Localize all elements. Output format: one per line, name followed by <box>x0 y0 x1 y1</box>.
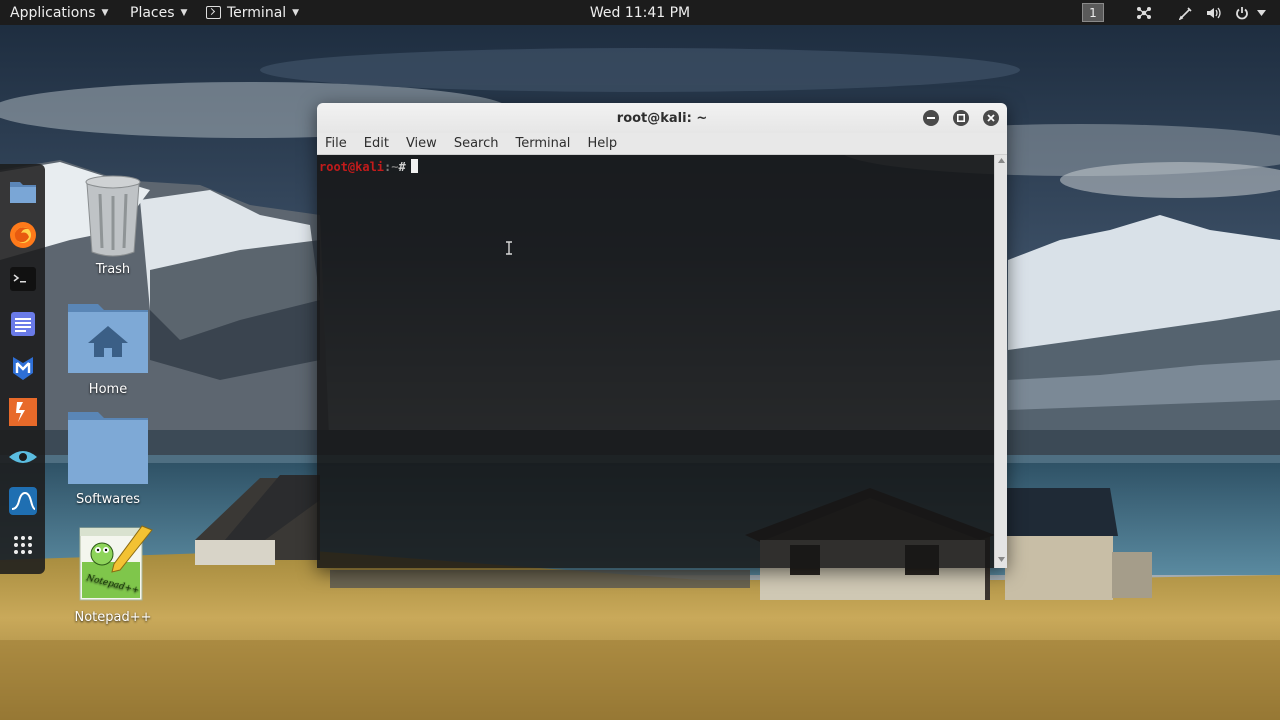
volume-icon[interactable] <box>1206 5 1222 21</box>
power-icon[interactable] <box>1234 5 1250 21</box>
terminal-app-menu[interactable]: Terminal ▼ <box>206 0 299 25</box>
desktop-icon-notepadpp[interactable]: Notepad++ Notepad++ <box>63 522 163 625</box>
menu-file[interactable]: File <box>317 136 356 151</box>
pen-tool-icon[interactable] <box>1178 5 1194 21</box>
prompt-path: :~ <box>384 160 399 174</box>
menu-view[interactable]: View <box>398 136 446 151</box>
terminal-icon <box>206 6 221 19</box>
caret-down-icon[interactable] <box>1256 5 1266 21</box>
clock[interactable]: Wed 11:41 PM <box>590 5 690 21</box>
caret-down-icon: ▼ <box>292 7 300 18</box>
desktop-icon-softwares[interactable]: Softwares <box>58 410 158 507</box>
terminal-app-label: Terminal <box>227 4 287 21</box>
minimize-button[interactable] <box>923 110 939 126</box>
desktop-icon-trash[interactable]: Trash <box>63 174 163 277</box>
places-menu[interactable]: Places ▼ <box>130 0 187 25</box>
metasploit-icon[interactable] <box>7 352 39 384</box>
softwares-label: Softwares <box>75 492 141 507</box>
window-title: root@kali: ~ <box>616 110 708 126</box>
minimize-icon <box>927 117 935 119</box>
applications-label: Applications <box>10 4 96 21</box>
dock <box>0 164 45 574</box>
ibeam-cursor-icon <box>506 241 512 255</box>
firefox-icon[interactable] <box>7 219 39 251</box>
burpsuite-icon[interactable] <box>7 397 39 429</box>
menu-edit[interactable]: Edit <box>356 136 398 151</box>
terminal-output[interactable]: root@kali:~# <box>317 155 994 568</box>
window-menubar: File Edit View Search Terminal Help <box>317 133 1007 155</box>
wireshark-icon[interactable] <box>7 485 39 517</box>
caret-down-icon: ▼ <box>180 7 188 18</box>
home-folder-icon <box>68 304 148 373</box>
maximize-button[interactable] <box>953 110 969 126</box>
files-icon[interactable] <box>7 175 39 207</box>
terminal-icon[interactable] <box>7 264 39 296</box>
workspace-indicator[interactable]: 1 <box>1082 3 1104 22</box>
caret-down-icon: ▼ <box>101 7 109 18</box>
close-button[interactable] <box>983 110 999 126</box>
top-panel: Applications ▼ Places ▼ Terminal ▼ Wed 1… <box>0 0 1280 25</box>
eye-icon[interactable] <box>7 441 39 473</box>
folder-icon <box>68 412 148 484</box>
text-cursor <box>410 159 418 173</box>
terminal-window: root@kali: ~ File Edit View Search Termi… <box>317 103 1007 568</box>
places-label: Places <box>130 4 175 21</box>
window-titlebar[interactable]: root@kali: ~ <box>317 103 1007 133</box>
desktop-icon-home[interactable]: Home <box>58 300 158 397</box>
system-tray: 1 <box>1082 0 1266 25</box>
maximize-icon <box>957 114 965 122</box>
text-editor-icon[interactable] <box>7 308 39 340</box>
trash-icon <box>85 175 141 257</box>
menu-help[interactable]: Help <box>579 136 626 151</box>
menu-terminal[interactable]: Terminal <box>507 136 579 151</box>
prompt-line: root@kali:~# <box>319 159 992 174</box>
home-label: Home <box>88 382 128 397</box>
scroll-down-icon[interactable] <box>995 554 1007 564</box>
notepadpp-icon: Notepad++ <box>79 525 153 601</box>
prompt-symbol: # <box>398 160 406 174</box>
network-icon[interactable] <box>1136 5 1152 21</box>
show-apps-icon[interactable] <box>7 530 39 562</box>
trash-label: Trash <box>95 262 131 277</box>
window-controls <box>909 110 999 126</box>
menu-search[interactable]: Search <box>446 136 508 151</box>
applications-menu[interactable]: Applications ▼ <box>10 0 108 25</box>
notepadpp-label: Notepad++ <box>74 610 152 625</box>
close-icon <box>987 114 995 122</box>
vertical-scrollbar[interactable] <box>994 155 1007 568</box>
scroll-up-icon[interactable] <box>995 155 1007 165</box>
prompt-user: root@kali <box>319 160 385 174</box>
